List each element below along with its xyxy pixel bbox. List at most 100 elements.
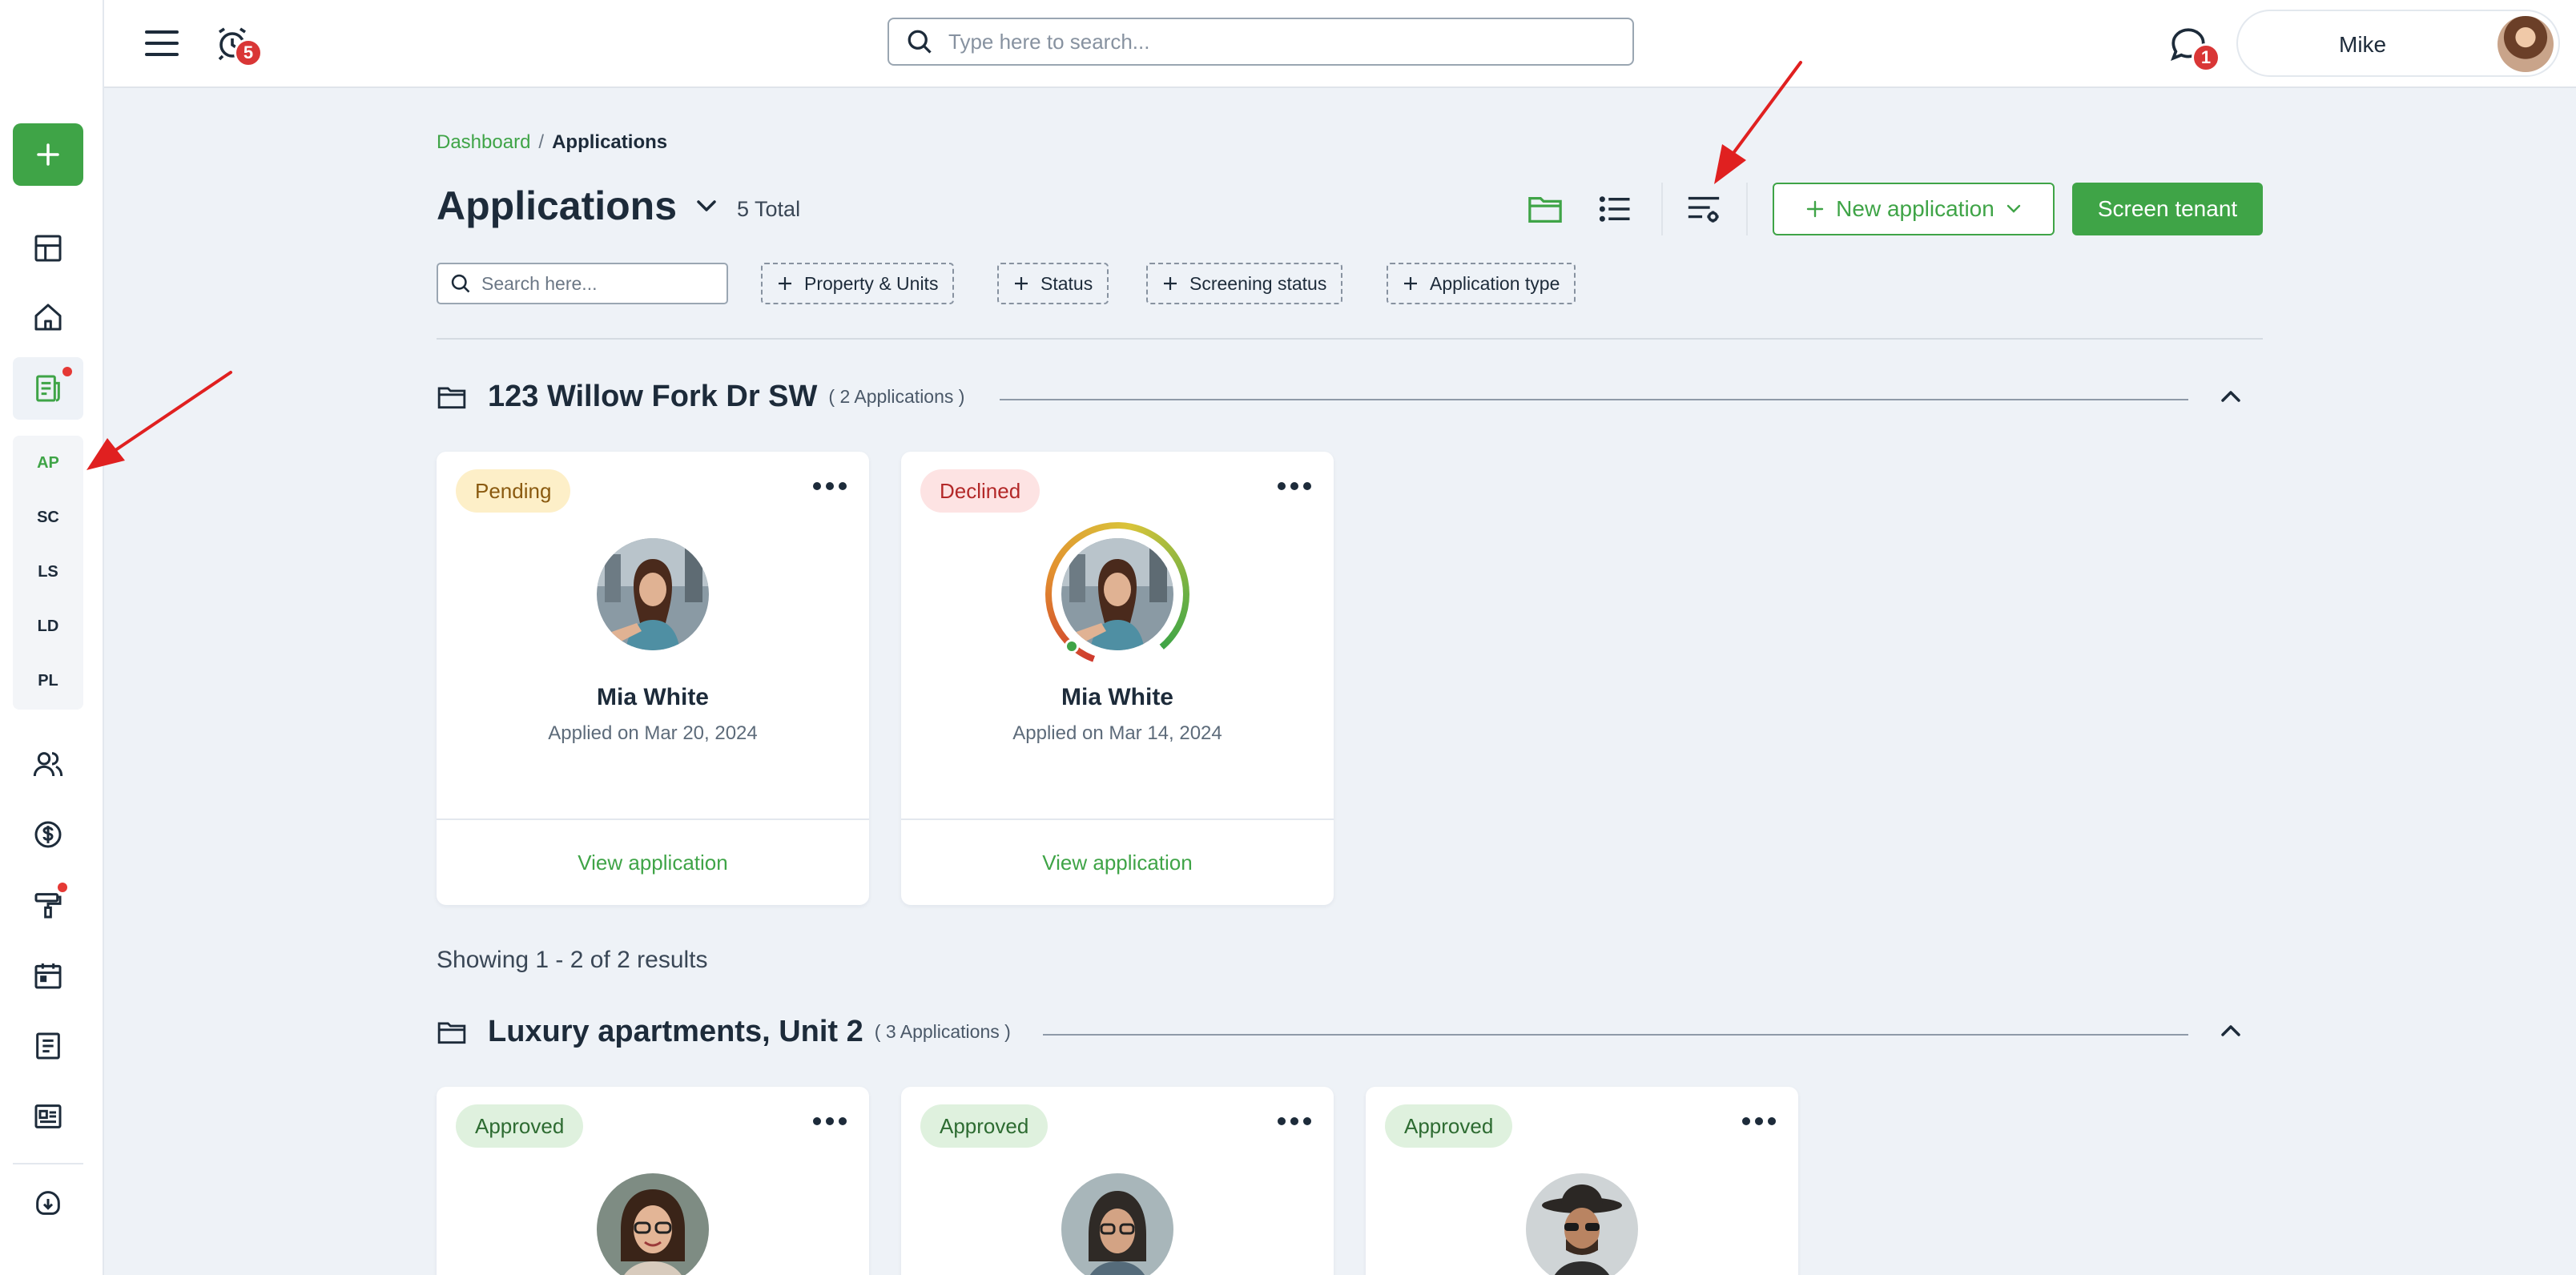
list-search[interactable] bbox=[437, 263, 728, 304]
application-card: Approved bbox=[1366, 1087, 1798, 1275]
list-icon bbox=[1599, 196, 1630, 222]
notification-dot bbox=[58, 883, 67, 892]
filter-label: Property & Units bbox=[804, 272, 939, 294]
application-card: Declined Mia White Applied on Mar 14, 20… bbox=[901, 452, 1334, 905]
annotation-arrow bbox=[87, 371, 232, 470]
folder-icon bbox=[1528, 196, 1562, 223]
folder-icon bbox=[437, 1021, 466, 1044]
list-view-button[interactable] bbox=[1589, 183, 1642, 235]
filter-label: Application type bbox=[1430, 272, 1560, 294]
filter-screening-status[interactable]: Screening status bbox=[1146, 263, 1343, 304]
breadcrumb-dashboard[interactable]: Dashboard bbox=[437, 131, 530, 153]
page-title-dropdown[interactable]: Applications bbox=[437, 183, 718, 229]
application-card: Approved bbox=[901, 1087, 1334, 1275]
applicant-name: Mia White bbox=[1061, 684, 1173, 710]
status-badge: Declined bbox=[920, 469, 1040, 513]
cloud-download-icon[interactable] bbox=[26, 1180, 70, 1225]
filter-property-units[interactable]: Property & Units bbox=[761, 263, 955, 304]
applications-nav-icon[interactable] bbox=[13, 357, 83, 420]
applicant-avatar bbox=[1061, 1173, 1173, 1275]
group-header: Luxury apartments, Unit 2 ( 3 Applicatio… bbox=[437, 1015, 1011, 1049]
score-indicator-dot bbox=[1065, 639, 1079, 654]
dashboard-icon[interactable] bbox=[26, 226, 70, 271]
breadcrumb: Dashboard / Applications bbox=[437, 131, 667, 154]
reports-icon[interactable] bbox=[26, 1094, 70, 1139]
page-title: Applications bbox=[437, 183, 678, 228]
group-name: Luxury apartments, Unit 2 bbox=[488, 1015, 863, 1048]
view-application-link[interactable]: View application bbox=[437, 851, 869, 875]
chevron-down-icon bbox=[697, 200, 716, 211]
more-options-icon[interactable] bbox=[1742, 1117, 1776, 1125]
applicant-avatar bbox=[1526, 1173, 1638, 1275]
filter-status[interactable]: Status bbox=[997, 263, 1109, 304]
notification-badge: 5 bbox=[234, 38, 263, 67]
alarm-bell-icon[interactable]: 5 bbox=[207, 18, 263, 69]
filter-application-type[interactable]: Application type bbox=[1387, 263, 1576, 304]
people-icon[interactable] bbox=[26, 742, 70, 786]
global-search[interactable] bbox=[888, 18, 1634, 66]
applications-subnav: AP SC LS LD PL bbox=[13, 436, 83, 710]
annotation-arrow bbox=[1714, 61, 1802, 184]
list-search-input[interactable] bbox=[481, 272, 722, 295]
subnav-item-sc[interactable]: SC bbox=[13, 490, 83, 545]
chevron-down-icon bbox=[2006, 204, 2021, 213]
total-count: 5 Total bbox=[737, 197, 801, 221]
top-bar: 5 1 Mike bbox=[104, 0, 2576, 88]
group-divider bbox=[1043, 1034, 2188, 1036]
filter-label: Status bbox=[1040, 272, 1093, 294]
calendar-icon[interactable] bbox=[26, 953, 70, 998]
applicant-avatar bbox=[597, 1173, 709, 1275]
hamburger-menu-icon[interactable] bbox=[136, 18, 187, 69]
messages-badge: 1 bbox=[2192, 43, 2220, 72]
user-avatar bbox=[2498, 16, 2554, 72]
application-card: Approved bbox=[437, 1087, 869, 1275]
applicant-avatar bbox=[1061, 538, 1173, 650]
breadcrumb-current: Applications bbox=[552, 131, 668, 153]
view-application-link[interactable]: View application bbox=[901, 851, 1334, 875]
plus-icon bbox=[1404, 277, 1417, 290]
sidebar: AP SC LS LD PL bbox=[0, 0, 104, 1275]
status-badge: Pending bbox=[456, 469, 571, 513]
screen-tenant-button[interactable]: Screen tenant bbox=[2072, 183, 2263, 235]
breadcrumb-separator: / bbox=[538, 131, 545, 153]
card-divider bbox=[437, 818, 869, 820]
plus-icon bbox=[37, 143, 59, 166]
subnav-item-ls[interactable]: LS bbox=[13, 545, 83, 599]
group-count: ( 3 Applications ) bbox=[874, 1021, 1011, 1042]
folder-view-button[interactable] bbox=[1519, 183, 1572, 235]
folder-icon bbox=[437, 386, 466, 408]
applied-date: Applied on Mar 14, 2024 bbox=[1012, 722, 1222, 744]
group-header: 123 Willow Fork Dr SW ( 2 Applications ) bbox=[437, 380, 964, 414]
list-settings-icon bbox=[1688, 196, 1720, 223]
subnav-item-ap[interactable]: AP bbox=[13, 436, 83, 490]
card-divider bbox=[901, 818, 1334, 820]
user-menu[interactable]: Mike bbox=[2236, 10, 2560, 77]
more-options-icon[interactable] bbox=[813, 1117, 847, 1125]
more-options-icon[interactable] bbox=[1278, 1117, 1311, 1125]
plus-icon bbox=[1806, 200, 1824, 218]
subnav-item-pl[interactable]: PL bbox=[13, 654, 83, 708]
applicant-avatar bbox=[597, 538, 709, 650]
sidebar-divider bbox=[13, 1163, 83, 1164]
search-icon bbox=[451, 274, 470, 293]
group-divider bbox=[1000, 399, 2188, 400]
new-application-label: New application bbox=[1836, 196, 1994, 221]
chevron-up-icon[interactable] bbox=[2219, 388, 2243, 405]
home-icon[interactable] bbox=[26, 295, 70, 340]
dollar-icon[interactable] bbox=[26, 812, 70, 857]
chevron-up-icon[interactable] bbox=[2219, 1022, 2243, 1040]
more-options-icon[interactable] bbox=[1278, 482, 1311, 490]
messages-icon[interactable]: 1 bbox=[2163, 19, 2220, 72]
subnav-item-ld[interactable]: LD bbox=[13, 599, 83, 654]
applicant-name: Mia White bbox=[597, 684, 709, 710]
group-count: ( 2 Applications ) bbox=[828, 386, 965, 407]
results-count: Showing 1 - 2 of 2 results bbox=[437, 947, 708, 973]
toolbar-divider bbox=[1661, 183, 1663, 235]
document-icon[interactable] bbox=[26, 1024, 70, 1068]
user-name: Mike bbox=[2339, 32, 2387, 57]
more-options-icon[interactable] bbox=[813, 482, 847, 490]
maintenance-icon[interactable] bbox=[26, 883, 70, 927]
add-button[interactable] bbox=[13, 123, 83, 186]
search-input[interactable] bbox=[948, 29, 1605, 54]
plus-icon bbox=[779, 277, 791, 290]
